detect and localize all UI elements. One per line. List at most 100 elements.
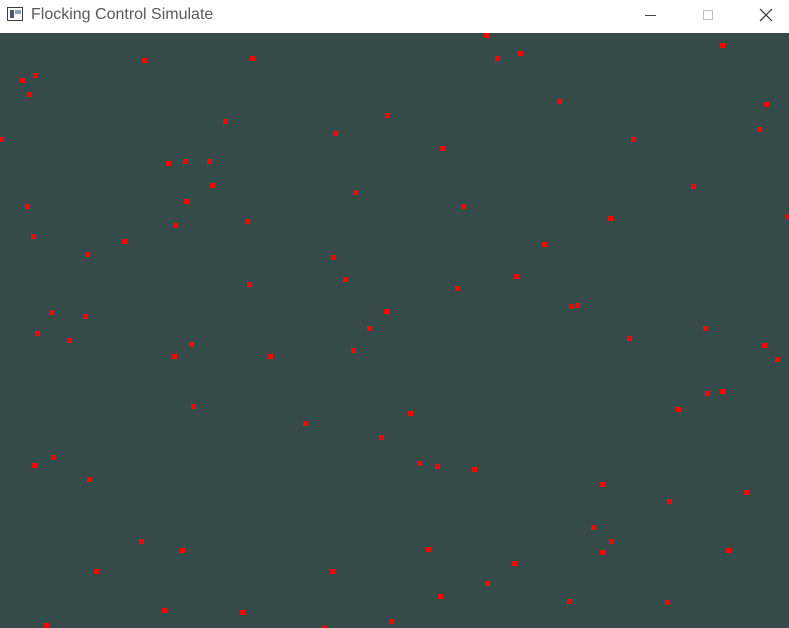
- flock-agent: [25, 204, 30, 209]
- flock-agent: [303, 421, 308, 426]
- flock-agent: [762, 343, 767, 348]
- flock-agent: [122, 239, 127, 244]
- flock-agent: [600, 482, 605, 487]
- flock-agent: [631, 137, 636, 142]
- flock-agent: [676, 407, 681, 412]
- flock-agent: [330, 569, 335, 574]
- flock-agent: [379, 435, 384, 440]
- flock-agent: [268, 354, 273, 359]
- flock-agent: [435, 464, 440, 469]
- flock-agent: [426, 547, 431, 552]
- flock-agent: [569, 304, 574, 309]
- flock-agent: [353, 190, 358, 195]
- flock-agent: [49, 310, 54, 315]
- flock-agent: [87, 477, 92, 482]
- close-icon: [759, 8, 773, 22]
- flock-agent: [85, 252, 90, 257]
- flock-agent: [67, 338, 72, 343]
- flock-agent: [367, 326, 372, 331]
- flock-agent: [567, 599, 572, 604]
- flock-agent: [720, 389, 725, 394]
- minimize-button[interactable]: [627, 0, 673, 30]
- flock-agent: [247, 282, 252, 287]
- flock-agent: [667, 499, 672, 504]
- app-window-icon: [7, 7, 23, 21]
- flock-agent: [408, 411, 413, 416]
- flock-agent: [495, 56, 500, 61]
- flock-agent: [162, 608, 167, 613]
- flock-agent: [33, 73, 38, 78]
- flock-agent: [343, 277, 348, 282]
- flock-agent: [223, 119, 228, 124]
- flock-agent: [189, 342, 194, 347]
- flock-agent: [31, 234, 36, 239]
- flock-agent: [210, 183, 215, 188]
- flock-agent: [27, 92, 32, 97]
- flock-agent: [142, 58, 147, 63]
- flock-agent: [472, 467, 477, 472]
- flock-agent: [609, 539, 614, 544]
- flock-agent: [557, 99, 562, 104]
- maximize-icon: [703, 10, 713, 20]
- flock-agent: [331, 255, 336, 260]
- flock-agent: [691, 184, 696, 189]
- flock-agent: [240, 610, 245, 615]
- flock-agent: [32, 463, 37, 468]
- flock-agent: [542, 242, 547, 247]
- window-title: Flocking Control Simulate: [31, 6, 214, 23]
- minimize-icon: [644, 14, 656, 16]
- flock-agent: [461, 204, 466, 209]
- flock-agent: [785, 214, 789, 219]
- flock-agent: [705, 391, 710, 396]
- flock-agent: [575, 303, 580, 308]
- flock-agent: [184, 199, 189, 204]
- flock-agent: [512, 561, 517, 566]
- flock-agent: [183, 159, 188, 164]
- flock-agent: [384, 309, 389, 314]
- flock-agent: [608, 216, 613, 221]
- flock-agent: [173, 223, 178, 228]
- flock-agent: [385, 113, 390, 118]
- flock-agent: [180, 548, 185, 553]
- flock-agent: [757, 127, 762, 132]
- flock-agent: [139, 539, 144, 544]
- flock-agent: [720, 43, 725, 48]
- flock-agent: [20, 78, 25, 83]
- flock-agent: [514, 274, 519, 279]
- flock-agent: [0, 137, 4, 142]
- flock-agent: [485, 581, 490, 586]
- flock-agent: [51, 455, 56, 460]
- flock-agent: [245, 219, 250, 224]
- flock-agent: [94, 569, 99, 574]
- flock-agent: [775, 357, 780, 362]
- flock-agent: [703, 326, 708, 331]
- flock-agent: [591, 525, 596, 530]
- flock-layer: [0, 33, 789, 628]
- flock-agent: [333, 131, 338, 136]
- flock-agent: [627, 336, 632, 341]
- flock-agent: [351, 348, 356, 353]
- flock-agent: [665, 600, 670, 605]
- flock-agent: [250, 56, 255, 61]
- flock-agent: [484, 33, 489, 38]
- close-button[interactable]: [743, 0, 789, 30]
- flock-agent: [44, 623, 49, 628]
- flock-agent: [417, 461, 422, 466]
- flock-agent: [35, 331, 40, 336]
- flock-agent: [764, 102, 769, 107]
- flock-agent: [389, 619, 394, 624]
- flock-agent: [455, 286, 460, 291]
- flock-agent: [438, 594, 443, 599]
- flock-agent: [726, 548, 731, 553]
- maximize-button[interactable]: [685, 0, 731, 30]
- flock-agent: [600, 550, 605, 555]
- flock-agent: [166, 161, 171, 166]
- simulation-canvas: [0, 33, 789, 628]
- flock-agent: [518, 51, 523, 56]
- window-titlebar[interactable]: Flocking Control Simulate: [0, 0, 789, 32]
- flock-agent: [744, 490, 749, 495]
- flock-agent: [207, 159, 212, 164]
- flock-agent: [83, 314, 88, 319]
- flock-agent: [191, 404, 196, 409]
- flock-agent: [172, 354, 177, 359]
